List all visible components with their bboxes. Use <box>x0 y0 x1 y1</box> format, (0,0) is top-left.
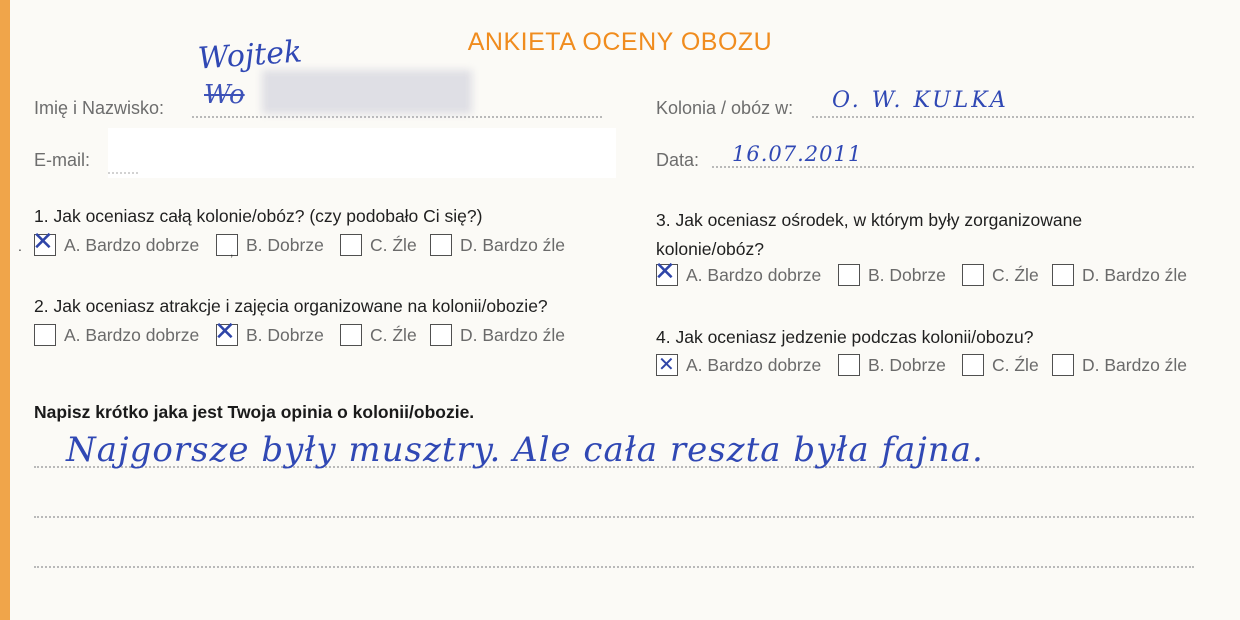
q1-option-b[interactable]: , B. Dobrze <box>216 234 324 259</box>
question-3: 3. Jak oceniasz ośrodek, w którym były z… <box>656 206 1082 264</box>
question-2-text: Jak oceniasz atrakcje i zajęcia organizo… <box>53 296 548 316</box>
q1-option-c-label: C. Źle <box>370 234 417 255</box>
q2-option-a[interactable]: A. Bardzo dobrze <box>34 324 199 346</box>
question-3-text: Jak oceniasz ośrodek, w którym były zorg… <box>675 210 1083 230</box>
email-label: E-mail: <box>34 150 91 170</box>
q2-option-c-checkbox[interactable] <box>340 324 362 346</box>
q1-option-a-checkbox[interactable]: ✕ <box>32 229 56 256</box>
q4-option-c-label: C. Źle <box>992 354 1039 375</box>
checked-x-mark: ✕ <box>658 352 675 376</box>
q2-option-d-label: D. Bardzo źle <box>460 324 566 345</box>
q4-option-d[interactable]: D. Bardzo źle <box>1052 354 1187 376</box>
q1-option-b-checkbox[interactable]: , <box>216 234 238 259</box>
checked-x-mark: ✕ <box>32 227 54 257</box>
q4-option-c-checkbox[interactable] <box>962 354 984 376</box>
q4-option-a[interactable]: ✕ A. Bardzo dobrze <box>656 354 821 376</box>
q3-option-d-label: D. Bardzo źle <box>1082 264 1188 285</box>
q3-option-b[interactable]: B. Dobrze <box>838 264 946 286</box>
q4-option-b-label: B. Dobrze <box>868 354 946 375</box>
q4-option-b-checkbox[interactable] <box>838 354 860 376</box>
name-redaction <box>262 70 472 114</box>
q1-option-d-label: D. Bardzo źle <box>460 234 566 255</box>
camp-line <box>812 116 1194 118</box>
q3-option-b-label: B. Dobrze <box>868 264 946 285</box>
q1-option-d[interactable]: D. Bardzo źle <box>430 234 565 256</box>
q4-option-a-checkbox[interactable]: ✕ <box>656 354 678 376</box>
q4-option-a-label: A. Bardzo dobrze <box>686 354 822 375</box>
q1-option-b-label: B. Dobrze <box>246 234 324 255</box>
checked-x-mark: ✕ <box>654 257 676 287</box>
question-4-number: 4. <box>656 327 671 347</box>
q3-option-a-checkbox[interactable]: ✕ <box>654 259 678 286</box>
q4-option-b[interactable]: B. Dobrze <box>838 354 946 376</box>
date-handwriting[interactable]: 16.07.2011 <box>732 142 862 166</box>
q2-option-b-label: B. Dobrze <box>246 324 324 345</box>
q2-option-a-checkbox[interactable] <box>34 324 56 346</box>
q3-option-a-label: A. Bardzo dobrze <box>686 264 822 285</box>
question-4-text: Jak oceniasz jedzenie podczas kolonii/ob… <box>675 327 1034 347</box>
date-label: Data: <box>656 150 700 170</box>
q2-option-a-label: A. Bardzo dobrze <box>64 324 200 345</box>
stray-dot-mark: . <box>18 238 22 254</box>
opinion-line-2 <box>34 516 1194 518</box>
name-label: Imię i Nazwisko: <box>34 98 165 118</box>
question-2-number: 2. <box>34 296 49 316</box>
q2-option-d[interactable]: D. Bardzo źle <box>430 324 565 346</box>
card-left-edge <box>0 0 10 620</box>
checked-x-mark: ✕ <box>214 317 236 347</box>
q2-option-b-checkbox[interactable]: ✕ <box>214 319 238 346</box>
q3-option-c-label: C. Źle <box>992 264 1039 285</box>
q4-option-d-checkbox[interactable] <box>1052 354 1074 376</box>
date-line <box>712 166 1194 168</box>
form-title: ANKIETA OCENY OBOZU <box>467 28 773 56</box>
q4-option-d-label: D. Bardzo źle <box>1082 354 1188 375</box>
q3-option-c-checkbox[interactable] <box>962 264 984 286</box>
name-strikeout: Wo <box>204 80 245 110</box>
q3-option-a[interactable]: ✕ A. Bardzo dobrze <box>654 259 822 286</box>
q1-option-a[interactable]: ✕ A. Bardzo dobrze <box>32 229 200 256</box>
q2-option-c-label: C. Źle <box>370 324 417 345</box>
question-2: 2. Jak oceniasz atrakcje i zajęcia organ… <box>34 296 548 317</box>
opinion-line-3 <box>34 566 1194 568</box>
q2-option-d-checkbox[interactable] <box>430 324 452 346</box>
stray-pen-mark: , <box>230 245 234 259</box>
q1-option-c-checkbox[interactable] <box>340 234 362 256</box>
q1-option-d-checkbox[interactable] <box>430 234 452 256</box>
question-3-number: 3. <box>656 210 671 230</box>
question-1-text: Jak oceniasz całą kolonie/obóz? (czy pod… <box>53 206 483 226</box>
q3-option-b-checkbox[interactable] <box>838 264 860 286</box>
q1-option-c[interactable]: C. Źle <box>340 234 417 256</box>
survey-card: ANKIETA OCENY OBOZU Imię i Nazwisko: Woj… <box>0 0 1240 620</box>
q2-option-b[interactable]: ✕ B. Dobrze <box>214 319 324 346</box>
camp-handwriting[interactable]: O. W. KULKA <box>832 88 1009 113</box>
email-redaction <box>108 128 616 178</box>
email-line <box>108 172 138 174</box>
question-4: 4. Jak oceniasz jedzenie podczas kolonii… <box>656 327 1034 348</box>
opinion-prompt: Napisz krótko jaka jest Twoja opinia o k… <box>34 402 475 422</box>
q3-option-c[interactable]: C. Źle <box>962 264 1039 286</box>
q1-option-a-label: A. Bardzo dobrze <box>64 234 200 255</box>
q4-option-c[interactable]: C. Źle <box>962 354 1039 376</box>
question-1-number: 1. <box>34 206 49 226</box>
name-line <box>192 116 602 118</box>
camp-label: Kolonia / obóz w: <box>656 98 794 118</box>
q3-option-d[interactable]: D. Bardzo źle <box>1052 264 1187 286</box>
question-1: 1. Jak oceniasz całą kolonie/obóz? (czy … <box>34 206 482 227</box>
q2-option-c[interactable]: C. Źle <box>340 324 417 346</box>
opinion-handwriting[interactable]: Najgorsze były musztry. Ale cała reszta … <box>66 430 984 470</box>
question-3-text-line2: kolonie/obóz? <box>656 239 764 259</box>
q3-option-d-checkbox[interactable] <box>1052 264 1074 286</box>
